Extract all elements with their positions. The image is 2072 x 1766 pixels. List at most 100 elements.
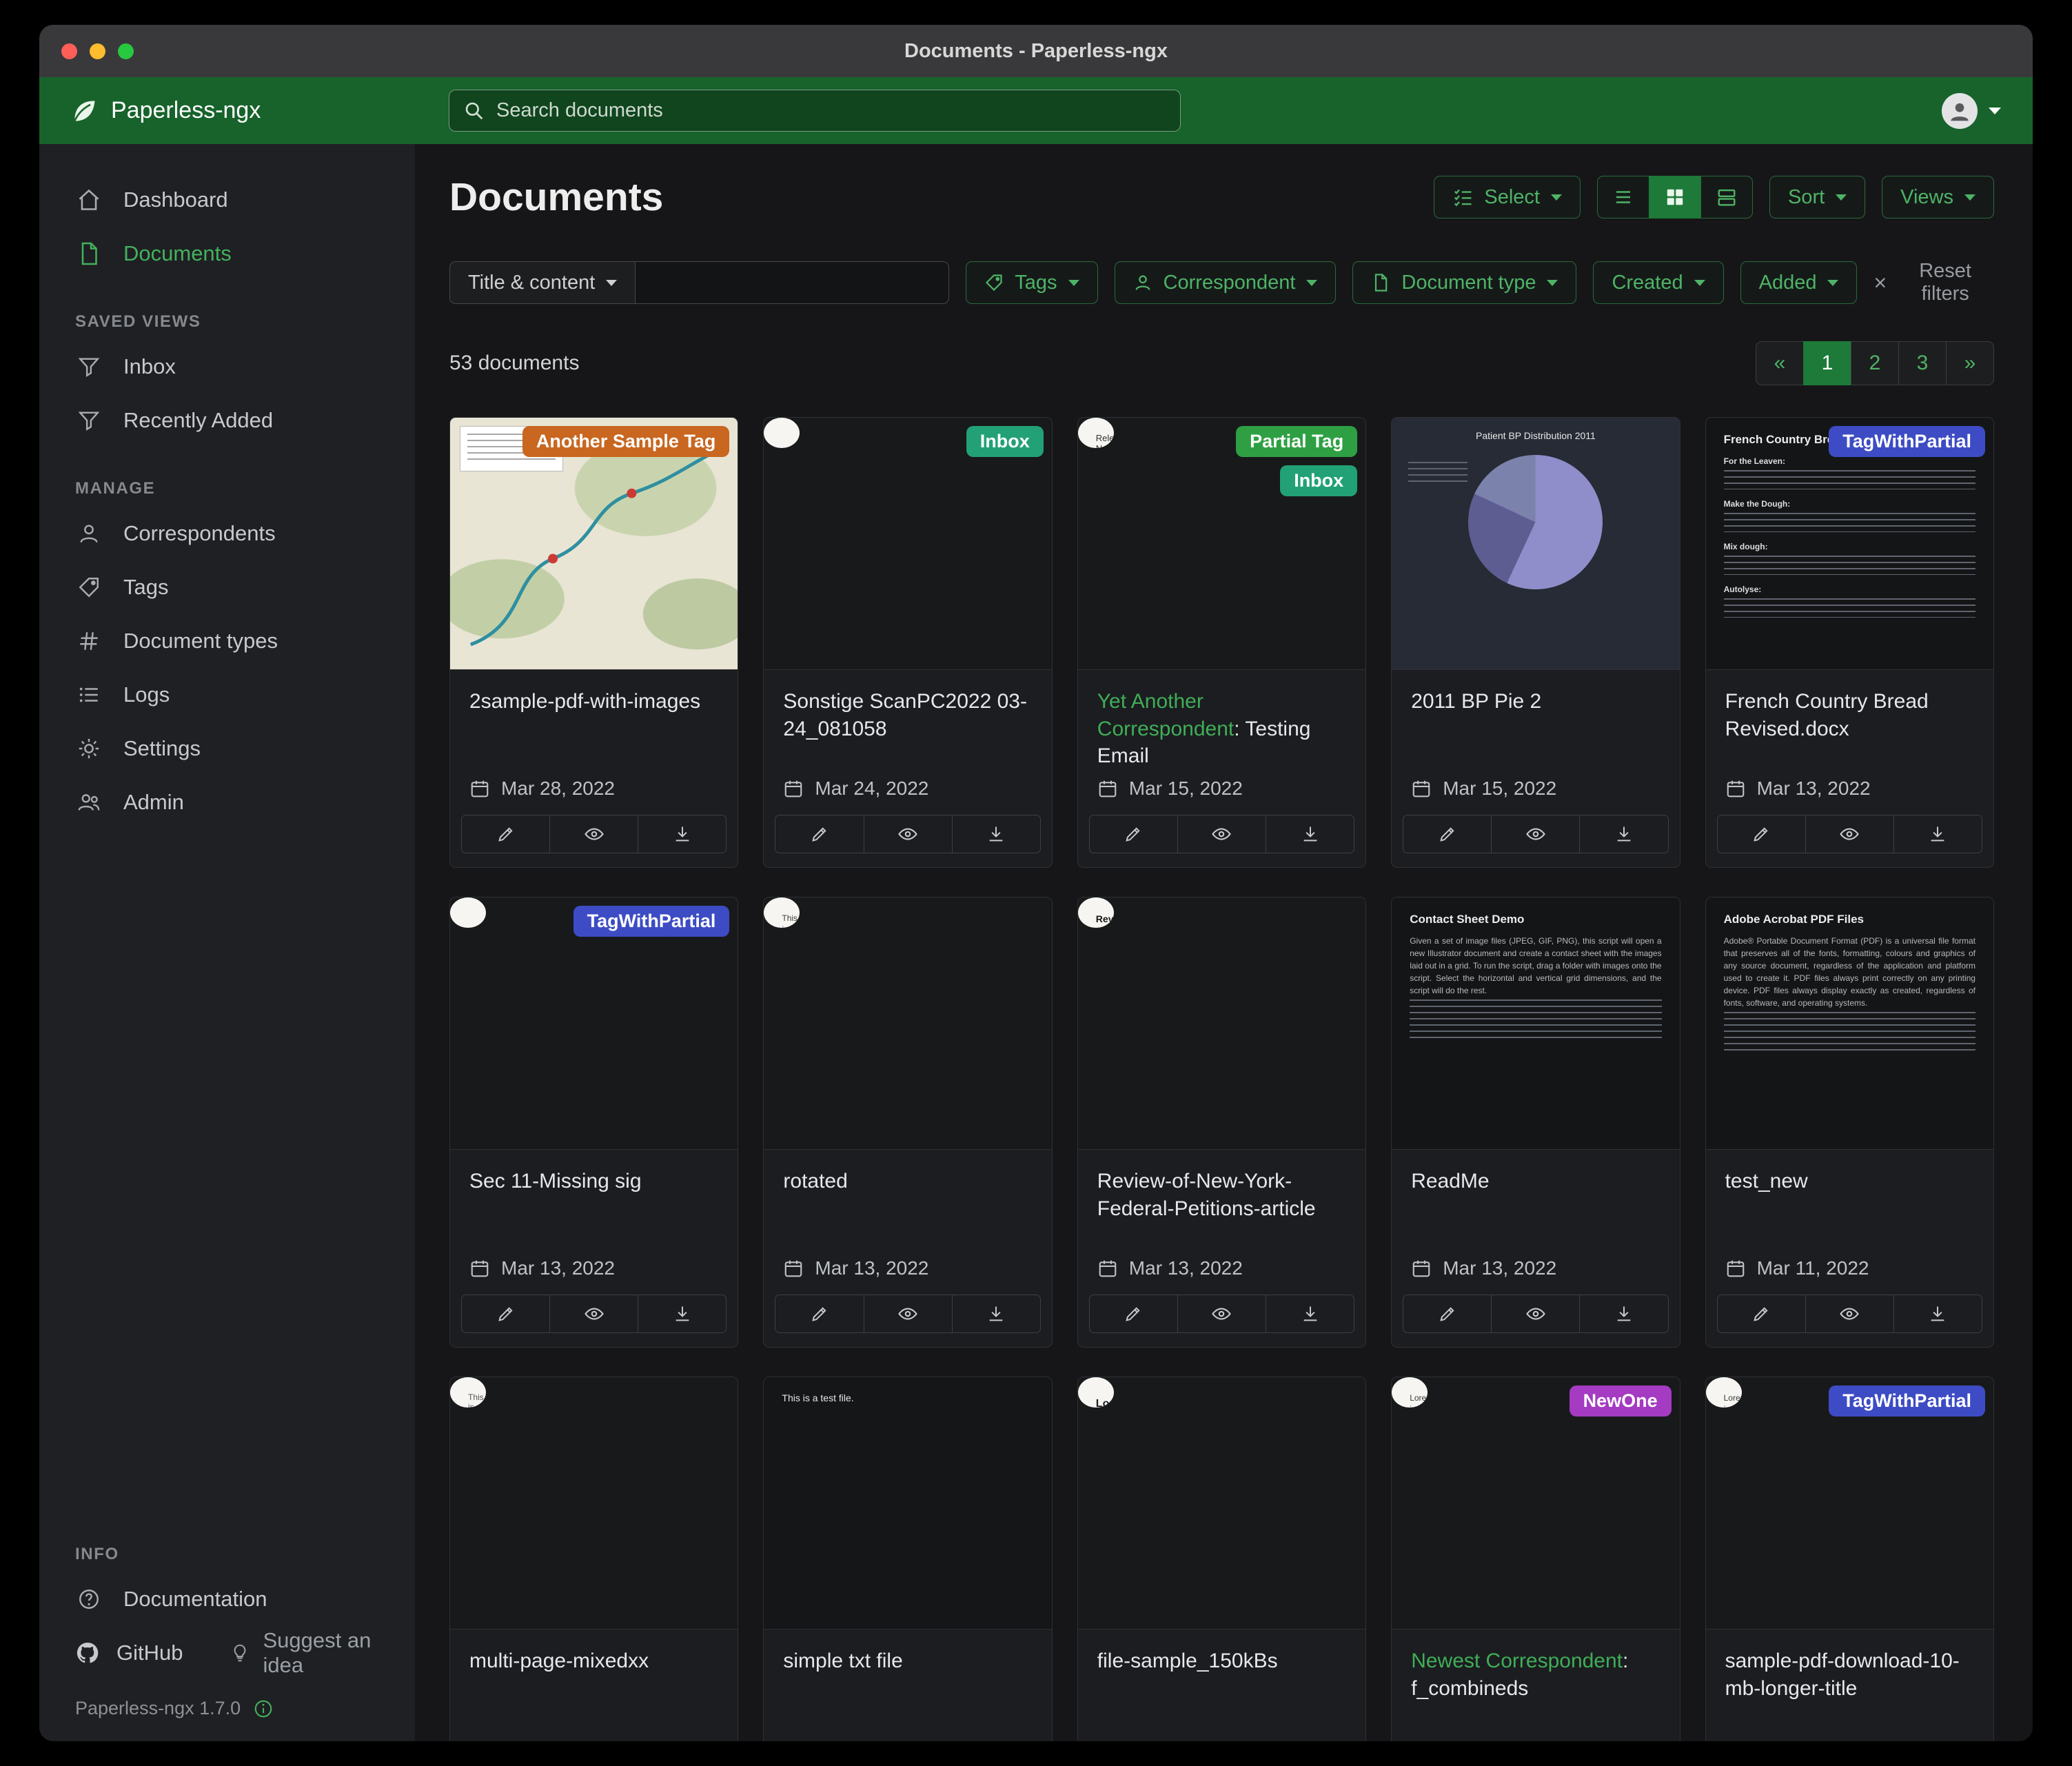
document-card[interactable]: Lorem ipsum dolor sit amet, consectetur … <box>1391 1377 1680 1741</box>
sidebar-item-document-types[interactable]: Document types <box>39 614 415 668</box>
download-button[interactable] <box>638 815 727 853</box>
zoom-window-button[interactable] <box>118 43 134 59</box>
close-window-button[interactable] <box>61 43 77 59</box>
download-button[interactable] <box>1579 815 1668 853</box>
sidebar-item-settings[interactable]: Settings <box>39 722 415 775</box>
document-title[interactable]: file-sample_150kBs <box>1097 1647 1346 1675</box>
tag-badge[interactable]: TagWithPartial <box>1829 426 1985 457</box>
document-card[interactable]: Lorem ipsum dolor sit amet, consectetur … <box>1705 1377 1994 1741</box>
view-button[interactable] <box>1805 815 1894 853</box>
document-thumbnail[interactable]: This is a test file. <box>764 1377 1051 1630</box>
sidebar-item-suggest-idea[interactable]: Suggest an idea <box>230 1628 415 1678</box>
view-list-button[interactable] <box>1597 176 1649 219</box>
sidebar-item-github[interactable]: GitHub <box>39 1641 183 1665</box>
title-filter-input[interactable] <box>636 261 949 304</box>
edit-button[interactable] <box>1403 815 1492 853</box>
document-card[interactable]: Review of New York Federal Petitions for… <box>1077 897 1366 1348</box>
download-button[interactable] <box>952 1295 1041 1333</box>
document-title[interactable]: Sonstige ScanPC2022 03-24_081058 <box>783 688 1032 742</box>
info-circle-icon[interactable] <box>253 1698 274 1719</box>
document-thumbnail[interactable]: This is the text that appears on the fir… <box>764 897 1051 1150</box>
document-card[interactable]: Contact Sheet DemoGiven a set of image f… <box>1391 897 1680 1348</box>
view-button[interactable] <box>1491 1295 1580 1333</box>
view-button[interactable] <box>1177 1295 1266 1333</box>
tag-badge[interactable]: Another Sample Tag <box>522 426 730 457</box>
tag-badge[interactable]: Inbox <box>966 426 1044 457</box>
document-type-filter-button[interactable]: Document type <box>1352 261 1576 304</box>
document-thumbnail[interactable]: Adobe Acrobat PDF FilesAdobe® Portable D… <box>1706 897 1993 1150</box>
document-title[interactable]: Sec 11-Missing sig <box>469 1168 718 1195</box>
document-card[interactable]: This is the text that appears on the fir… <box>763 897 1052 1348</box>
document-thumbnail[interactable]: Contact Sheet DemoGiven a set of image f… <box>1392 897 1679 1150</box>
sidebar-item-documents[interactable]: Documents <box>39 227 415 281</box>
document-card[interactable]: Patient BP Distribution 2011 2011 BP Pie… <box>1391 417 1680 868</box>
title-content-dropdown[interactable]: Title & content <box>449 261 636 304</box>
view-button[interactable] <box>864 1295 953 1333</box>
document-title[interactable]: Yet Another Correspondent: Testing Email <box>1097 688 1346 770</box>
global-search[interactable] <box>449 90 1181 132</box>
tag-badge[interactable]: Inbox <box>1280 465 1357 496</box>
tag-badge[interactable]: NewOne <box>1570 1386 1672 1417</box>
view-details-button[interactable] <box>1700 176 1753 219</box>
document-card[interactable]: 11. CONTINUING MEDICAL EDUCATION TagWith… <box>449 897 738 1348</box>
sidebar-item-correspondents[interactable]: Correspondents <box>39 507 415 560</box>
brand[interactable]: Paperless-ngx <box>68 96 261 126</box>
edit-button[interactable] <box>461 1295 550 1333</box>
pagination-first[interactable]: « <box>1756 341 1804 385</box>
document-thumbnail[interactable]: This is a multi page document. Page 1. <box>450 1377 738 1630</box>
sidebar-item-tags[interactable]: Tags <box>39 560 415 614</box>
view-button[interactable] <box>549 1295 638 1333</box>
sidebar-item-recently-added[interactable]: Recently Added <box>39 394 415 447</box>
document-title[interactable]: ReadMe <box>1411 1168 1660 1195</box>
view-button[interactable] <box>864 815 953 853</box>
download-button[interactable] <box>1266 1295 1354 1333</box>
document-card[interactable]: French Country BreadFor the Leaven:Make … <box>1705 417 1994 868</box>
document-title[interactable]: simple txt file <box>783 1647 1032 1675</box>
document-title[interactable]: French Country Bread Revised.docx <box>1725 688 1974 742</box>
document-thumbnail[interactable]: 11. CONTINUING MEDICAL EDUCATION TagWith… <box>450 897 738 1150</box>
view-button[interactable] <box>549 815 638 853</box>
document-card[interactable]: Lorem ipsumLorem ipsum dolor sit amet, c… <box>1077 1377 1366 1741</box>
document-title[interactable]: rotated <box>783 1168 1032 1195</box>
document-card[interactable]: Adobe Acrobat PDF FilesAdobe® Portable D… <box>1705 897 1994 1348</box>
document-title[interactable]: Review-of-New-York-Federal-Petitions-art… <box>1097 1168 1346 1222</box>
document-title[interactable]: test_new <box>1725 1168 1974 1195</box>
download-button[interactable] <box>1893 815 1982 853</box>
document-thumbnail[interactable]: Release NotesSimba ODBC Driver for SQL S… <box>1078 418 1365 670</box>
edit-button[interactable] <box>1089 815 1178 853</box>
tags-filter-button[interactable]: Tags <box>966 261 1097 304</box>
download-button[interactable] <box>1266 815 1354 853</box>
download-button[interactable] <box>952 815 1041 853</box>
document-title[interactable]: Newest Correspondent: f_combineds <box>1411 1647 1660 1702</box>
view-button[interactable] <box>1177 815 1266 853</box>
document-thumbnail[interactable]: Review of New York Federal Petitions for… <box>1078 897 1365 1150</box>
edit-button[interactable] <box>775 815 864 853</box>
view-grid-button[interactable] <box>1649 176 1701 219</box>
document-card[interactable]: Release NotesSimba ODBC Driver for SQL S… <box>1077 417 1366 868</box>
tag-badge[interactable]: Partial Tag <box>1236 426 1357 457</box>
document-thumbnail[interactable]: Lorem ipsum dolor sit amet, consectetur … <box>1392 1377 1679 1630</box>
document-title[interactable]: multi-page-mixedxx <box>469 1647 718 1675</box>
pagination-page-3[interactable]: 3 <box>1898 341 1947 385</box>
document-card[interactable]: This is a test file. simple txt file <box>763 1377 1052 1741</box>
document-card[interactable]: This is a test for the double space char… <box>763 417 1052 868</box>
document-thumbnail[interactable]: Another Sample Tag <box>450 418 738 670</box>
document-title[interactable]: 2sample-pdf-with-images <box>469 688 718 715</box>
sidebar-item-dashboard[interactable]: Dashboard <box>39 173 415 227</box>
document-thumbnail[interactable]: French Country BreadFor the Leaven:Make … <box>1706 418 1993 670</box>
edit-button[interactable] <box>1717 1295 1806 1333</box>
user-menu[interactable] <box>1942 93 2001 129</box>
tag-badge[interactable]: TagWithPartial <box>573 906 730 937</box>
pagination-page-1[interactable]: 1 <box>1803 341 1851 385</box>
search-input[interactable] <box>496 99 1166 122</box>
pagination-page-2[interactable]: 2 <box>1851 341 1899 385</box>
sidebar-item-admin[interactable]: Admin <box>39 775 415 829</box>
pagination-last[interactable]: » <box>1946 341 1994 385</box>
edit-button[interactable] <box>1717 815 1806 853</box>
document-thumbnail[interactable]: Lorem ipsumLorem ipsum dolor sit amet, c… <box>1078 1377 1365 1630</box>
sidebar-item-inbox[interactable]: Inbox <box>39 340 415 394</box>
edit-button[interactable] <box>775 1295 864 1333</box>
document-thumbnail[interactable]: Patient BP Distribution 2011 <box>1392 418 1679 670</box>
document-card[interactable]: This is a multi page document. Page 1. m… <box>449 1377 738 1741</box>
select-button[interactable]: Select <box>1434 176 1581 219</box>
